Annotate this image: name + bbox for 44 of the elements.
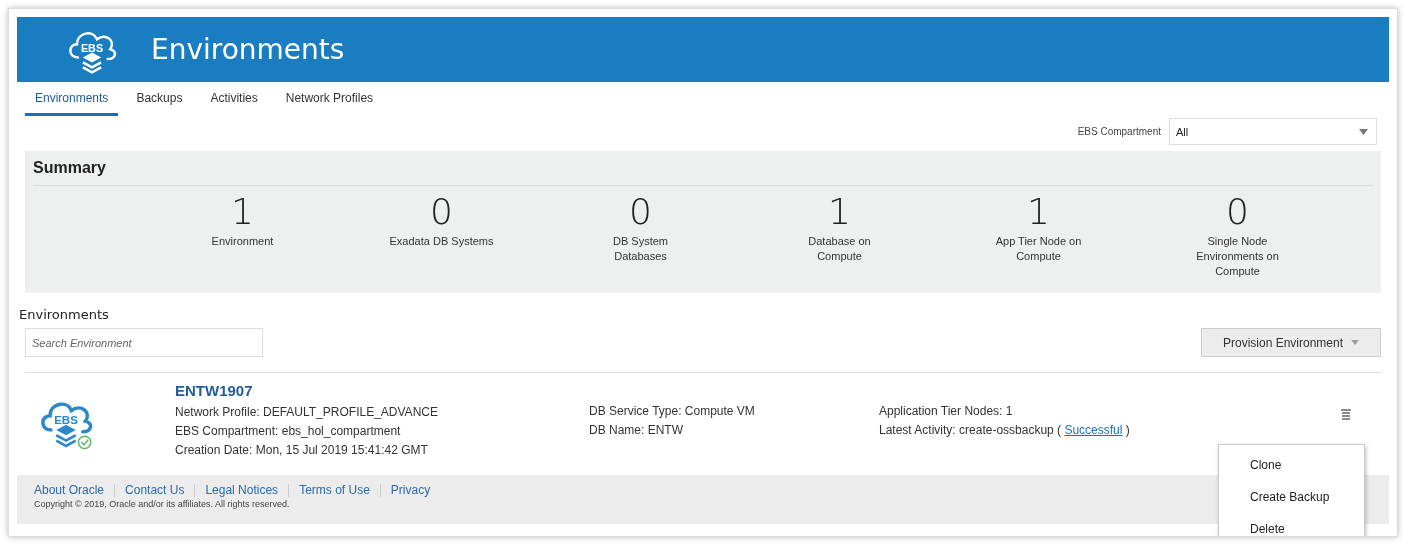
stat-label: Single Node Environments on Compute bbox=[1195, 234, 1280, 279]
compartment-dropdown[interactable]: All bbox=[1169, 118, 1377, 145]
stat-count: 0 bbox=[629, 194, 652, 230]
caret-icon bbox=[1351, 340, 1360, 345]
stat-label: App Tier Node on Compute bbox=[994, 234, 1083, 264]
environment-detail: Network Profile: DEFAULT_PROFILE_ADVANCE bbox=[175, 404, 439, 420]
stat-count: 1 bbox=[1027, 194, 1050, 230]
section-title: Summary bbox=[33, 159, 1373, 186]
tab[interactable]: Backups bbox=[126, 82, 193, 116]
footer-link[interactable]: Contact Us bbox=[114, 484, 195, 497]
tab[interactable]: Environments bbox=[25, 82, 119, 116]
menu-icon[interactable] bbox=[1341, 409, 1351, 421]
tab[interactable]: Activities bbox=[200, 82, 268, 116]
environment-detail: Creation Date: Mon, 15 Jul 2019 15:41:42 GMT bbox=[175, 442, 429, 458]
footer-link[interactable]: Terms of Use bbox=[288, 484, 380, 497]
section-label: Environments bbox=[18, 306, 110, 324]
footer-link[interactable]: Legal Notices bbox=[194, 484, 289, 497]
filter-label: EBS Compartment bbox=[1077, 126, 1161, 137]
menu-item[interactable]: Clone bbox=[1219, 449, 1364, 481]
tab[interactable]: Network Profiles bbox=[275, 82, 384, 116]
latest-activity-text: Latest Activity: create-ossbackup ( Successful ) bbox=[879, 422, 1131, 438]
stat-label: Exadata DB Systems bbox=[388, 234, 495, 249]
stat-label: Environment bbox=[210, 234, 275, 249]
environment-detail: EBS Compartment: ebs_hol_compartment bbox=[175, 423, 402, 439]
stat-count: 0 bbox=[1226, 194, 1249, 230]
environment-name[interactable]: ENTW1907 bbox=[175, 381, 589, 401]
environment-detail: Application Tier Nodes: 1 bbox=[879, 403, 1014, 419]
footer-link[interactable]: Privacy bbox=[379, 484, 441, 497]
stat-label: DB System Databases bbox=[612, 234, 669, 264]
menu-item[interactable]: Create Backup bbox=[1219, 481, 1364, 513]
status-link[interactable]: Successful bbox=[1064, 423, 1123, 437]
footer-link[interactable]: About Oracle bbox=[34, 484, 115, 497]
caret-icon bbox=[1359, 128, 1368, 135]
stat-label: Database on Compute bbox=[807, 234, 872, 264]
stat-count: 1 bbox=[231, 194, 254, 230]
page-title: Environments bbox=[151, 33, 345, 66]
copyright-text: Copyright © 2019, Oracle and/or its affiliates. All rights reserved. bbox=[34, 499, 291, 509]
stat-count: 1 bbox=[828, 194, 851, 230]
stat-count: 0 bbox=[430, 194, 453, 230]
provision-button[interactable]: Provision Environment bbox=[1201, 328, 1381, 357]
environment-detail: DB Name: ENTW bbox=[589, 422, 684, 438]
menu-item[interactable]: Delete bbox=[1219, 513, 1364, 536]
search-field[interactable]: Search Environment bbox=[25, 328, 263, 357]
environment-detail: DB Service Type: Compute VM bbox=[589, 403, 756, 419]
